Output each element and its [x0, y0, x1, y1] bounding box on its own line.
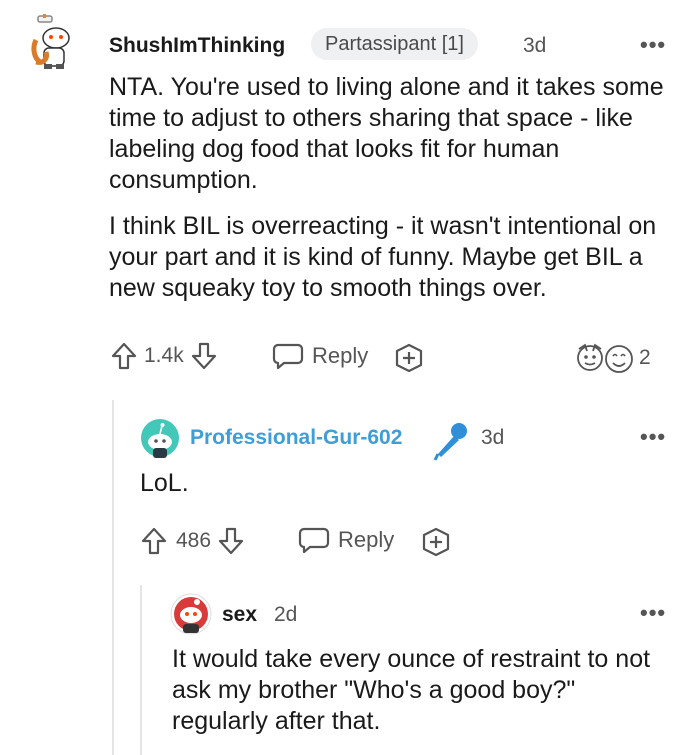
- comment-username[interactable]: sex: [222, 603, 257, 627]
- more-options-button[interactable]: •••: [640, 424, 666, 450]
- award-button[interactable]: [394, 343, 424, 373]
- awards-received[interactable]: 2: [571, 341, 651, 375]
- downvote-arrow-icon[interactable]: [190, 341, 218, 371]
- snoo-avatar-2[interactable]: [140, 418, 180, 458]
- more-options-button[interactable]: •••: [640, 32, 666, 58]
- reply-label: Reply: [338, 527, 395, 552]
- comment-time: 3d: [481, 426, 505, 449]
- downvote-arrow-icon[interactable]: [217, 526, 245, 556]
- add-award-icon: [394, 343, 424, 373]
- thread-line-1: [112, 400, 114, 755]
- vote-count: 1.4k: [144, 344, 184, 367]
- upvote-arrow-icon[interactable]: [110, 341, 138, 371]
- vote-count: 486: [176, 529, 212, 552]
- comment-body: LoL.: [140, 469, 189, 497]
- comment-body: NTA. You're used to living alone and it …: [109, 72, 679, 319]
- add-award-icon: [421, 527, 451, 557]
- reply-label: Reply: [312, 343, 369, 368]
- award-button[interactable]: [421, 527, 451, 557]
- comment-username[interactable]: Professional-Gur-602: [190, 426, 402, 450]
- award-count: 2: [639, 346, 651, 369]
- snoo-avatar-icon: [31, 14, 70, 69]
- snoo-avatar-3-icon: [170, 593, 212, 635]
- more-options-button[interactable]: •••: [640, 600, 666, 626]
- comment-body: It would take every ounce of restraint t…: [172, 645, 651, 735]
- comment-bubble-icon: [272, 342, 304, 370]
- vote-controls: 1.4k: [110, 341, 218, 371]
- comment-username[interactable]: ShushImThinking: [109, 34, 285, 58]
- comment-time: 2d: [274, 603, 298, 626]
- vote-controls: 486: [140, 526, 245, 556]
- user-flair: Partassipant [1]: [311, 28, 478, 60]
- snoo-avatar[interactable]: [30, 14, 74, 69]
- thread-line-2: [140, 585, 142, 755]
- reply-button[interactable]: Reply: [298, 526, 394, 554]
- snoo-avatar-3[interactable]: [170, 593, 212, 635]
- upvote-arrow-icon[interactable]: [140, 526, 168, 556]
- comment-paragraph-1: NTA. You're used to living alone and it …: [109, 73, 664, 194]
- microphone-icon: [432, 420, 470, 462]
- comment-paragraph-2: I think BIL is overreacting - it wasn't …: [109, 212, 657, 302]
- comment-bubble-icon: [298, 526, 330, 554]
- reply-button[interactable]: Reply: [272, 342, 368, 370]
- award-icons: [571, 341, 637, 375]
- snoo-avatar-2-icon: [141, 419, 179, 458]
- comment-time: 3d: [523, 34, 547, 57]
